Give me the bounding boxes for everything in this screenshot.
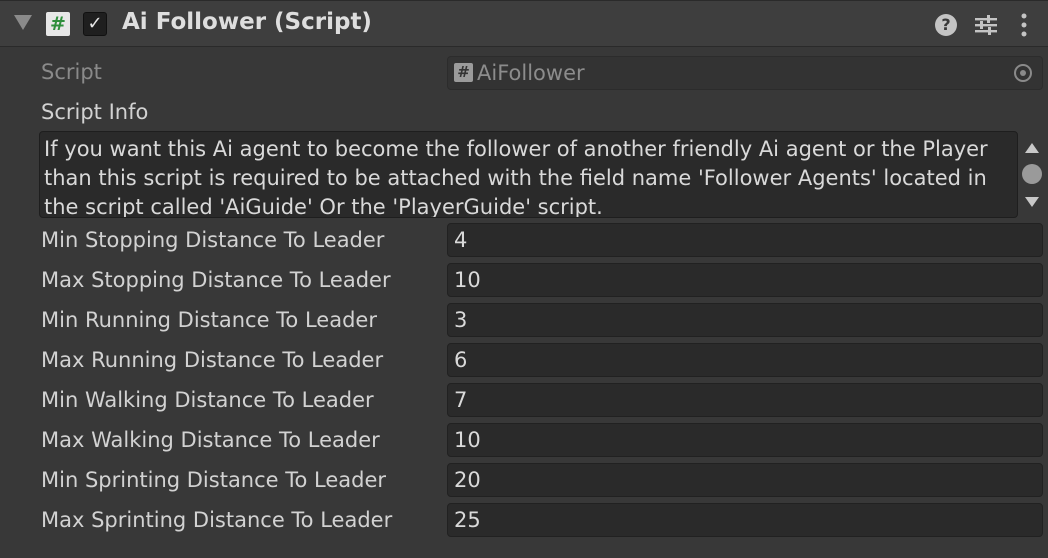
- script-info-textarea[interactable]: If you want this Ai agent to become the …: [39, 131, 1018, 218]
- script-info-scrollbar[interactable]: [1020, 131, 1044, 218]
- max-stopping-distance-label: Max Stopping Distance To Leader: [41, 268, 391, 292]
- scroll-up-arrow-icon[interactable]: [1025, 143, 1039, 153]
- min-sprinting-distance-label: Min Sprinting Distance To Leader: [41, 468, 387, 492]
- scroll-down-arrow-icon[interactable]: [1025, 197, 1039, 207]
- max-walking-distance-label: Max Walking Distance To Leader: [41, 428, 380, 452]
- script-label: Script: [41, 60, 102, 84]
- component-enabled-checkbox[interactable]: ✓: [83, 12, 107, 36]
- script-object-value: AiFollower: [477, 61, 585, 85]
- max-stopping-distance-input[interactable]: 10: [447, 263, 1043, 297]
- min-walking-distance-input[interactable]: 7: [447, 383, 1043, 417]
- max-sprinting-distance-input[interactable]: 25: [447, 503, 1043, 537]
- inspector-panel: # ✓ Ai Follower (Script) ? Script # AiFol…: [0, 0, 1048, 558]
- csharp-script-icon: #: [46, 12, 70, 36]
- max-sprinting-distance-label: Max Sprinting Distance To Leader: [41, 508, 393, 532]
- min-running-distance-label: Min Running Distance To Leader: [41, 308, 377, 332]
- min-running-distance-input[interactable]: 3: [447, 303, 1043, 337]
- script-info-label: Script Info: [41, 100, 149, 124]
- component-header[interactable]: # ✓ Ai Follower (Script) ?: [0, 0, 1048, 47]
- csharp-script-icon: #: [454, 63, 473, 82]
- object-picker-icon[interactable]: [1014, 64, 1032, 82]
- scroll-thumb[interactable]: [1022, 164, 1042, 184]
- min-walking-distance-label: Min Walking Distance To Leader: [41, 388, 374, 412]
- help-icon[interactable]: ?: [935, 14, 957, 36]
- max-running-distance-input[interactable]: 6: [447, 343, 1043, 377]
- min-stopping-distance-input[interactable]: 4: [447, 223, 1043, 257]
- component-title: Ai Follower (Script): [122, 9, 372, 35]
- max-walking-distance-input[interactable]: 10: [447, 423, 1043, 457]
- kebab-menu-icon[interactable]: [1014, 12, 1034, 38]
- min-sprinting-distance-input[interactable]: 20: [447, 463, 1043, 497]
- max-running-distance-label: Max Running Distance To Leader: [41, 348, 384, 372]
- script-object-field[interactable]: # AiFollower: [447, 56, 1043, 90]
- script-info-text: If you want this Ai agent to become the …: [44, 137, 988, 218]
- foldout-arrow-icon[interactable]: [14, 15, 32, 30]
- min-stopping-distance-label: Min Stopping Distance To Leader: [41, 228, 385, 252]
- presets-icon[interactable]: [973, 13, 999, 37]
